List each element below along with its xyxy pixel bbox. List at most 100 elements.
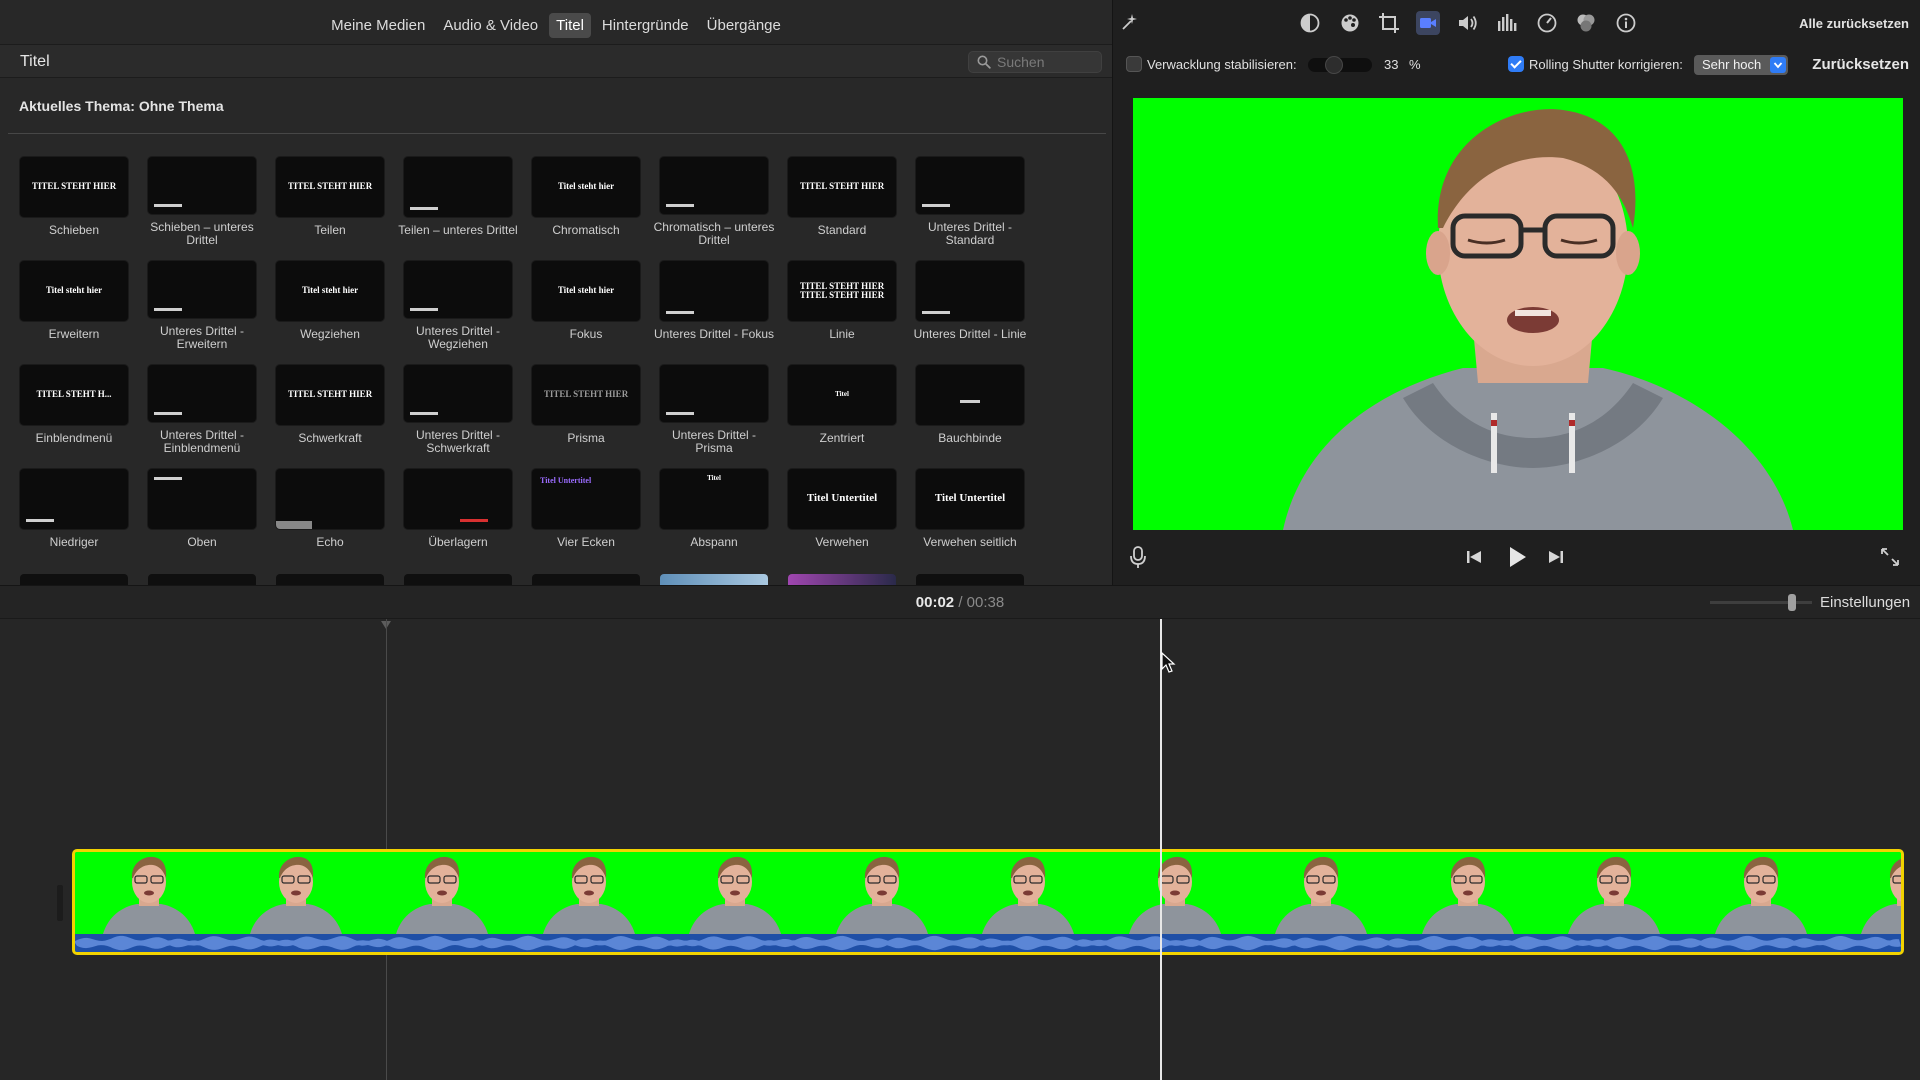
- title-tile[interactable]: Unteres Drittel - Standard: [916, 157, 1024, 247]
- tab-audio-video[interactable]: Audio & Video: [436, 13, 545, 38]
- title-tile[interactable]: Titel steht hier Wegziehen: [276, 261, 384, 351]
- video-clip[interactable]: [72, 849, 1904, 955]
- reset-button[interactable]: Zurücksetzen: [1812, 56, 1909, 73]
- stabilization-camera-icon[interactable]: [1416, 11, 1440, 35]
- reset-all-button[interactable]: Alle zurücksetzen: [1799, 16, 1909, 31]
- title-tile[interactable]: Titel Untertitel Verwehen seitlich: [916, 469, 1024, 559]
- title-tile-partial[interactable]: [148, 574, 256, 585]
- search-box[interactable]: [968, 51, 1102, 73]
- title-tile[interactable]: Unteres Drittel - Linie: [914, 261, 1026, 351]
- search-input[interactable]: [997, 53, 1097, 71]
- title-tile-partial[interactable]: [916, 574, 1024, 585]
- skip-forward-icon[interactable]: [1543, 544, 1569, 570]
- title-tile[interactable]: Überlagern: [404, 469, 512, 559]
- title-tile[interactable]: Titel Untertitel Verwehen: [788, 469, 896, 559]
- viewer-panel: Alle zurücksetzen Verwacklung stabilisie…: [1112, 0, 1920, 585]
- speed-icon[interactable]: [1535, 11, 1559, 35]
- title-tile[interactable]: Schieben – unteres Drittel: [148, 157, 256, 247]
- title-tile[interactable]: TITEL STEHT HIER Standard: [788, 157, 896, 247]
- settings-button[interactable]: Einstellungen: [1820, 594, 1910, 611]
- lower-third-placeholder: [922, 311, 950, 314]
- lower-third-placeholder: [410, 308, 438, 311]
- title-tile[interactable]: TITEL STEHT HIER Schwerkraft: [276, 365, 384, 455]
- volume-icon[interactable]: [1456, 11, 1480, 35]
- lower-third-placeholder: [410, 207, 438, 210]
- title-tile[interactable]: Bauchbinde: [916, 365, 1024, 455]
- title-tile[interactable]: Oben: [148, 469, 256, 559]
- title-tile[interactable]: Titel Untertitel Vier Ecken: [532, 469, 640, 559]
- title-tile[interactable]: Unteres Drittel - Fokus: [654, 261, 774, 351]
- magic-wand-icon[interactable]: [1117, 11, 1141, 35]
- title-tile[interactable]: Titel steht hier Chromatisch: [532, 157, 640, 247]
- title-tile-partial[interactable]: [20, 574, 128, 585]
- info-icon[interactable]: [1614, 11, 1638, 35]
- title-tile-label: Zentriert: [819, 431, 865, 445]
- thumbnail-text: TITEL STEHT HIER: [31, 181, 117, 192]
- title-grid: TITEL STEHT HIER Schieben Schieben – unter…: [20, 157, 1060, 559]
- title-tile[interactable]: TITEL STEHT H... Einblendmenü: [20, 365, 128, 455]
- lower-third-placeholder: [154, 477, 182, 480]
- rolling-shutter-checkbox[interactable]: [1508, 56, 1524, 72]
- playhead[interactable]: [1160, 619, 1162, 1080]
- title-grid-next-row: [20, 574, 1060, 585]
- microphone-icon[interactable]: [1125, 544, 1151, 570]
- tab-titel[interactable]: Titel: [549, 12, 591, 38]
- timeline-zoom-knob[interactable]: [1788, 594, 1796, 611]
- video-preview[interactable]: [1133, 98, 1903, 530]
- title-tile[interactable]: Unteres Drittel - Wegziehen: [404, 261, 512, 351]
- skip-back-icon[interactable]: [1461, 544, 1487, 570]
- lower-third-placeholder: [666, 311, 694, 314]
- title-tile[interactable]: Unteres Drittel - Einblendmenü: [148, 365, 256, 455]
- title-tile-partial[interactable]: [660, 574, 768, 585]
- timeline[interactable]: [0, 619, 1920, 1080]
- title-thumbnail: TITEL STEHT H...: [20, 365, 128, 425]
- tab-übergänge[interactable]: Übergänge: [700, 13, 788, 38]
- title-tile-partial[interactable]: [532, 574, 640, 585]
- title-tile-label: Schwerkraft: [298, 431, 362, 445]
- fullscreen-icon[interactable]: [1877, 544, 1903, 570]
- title-tile[interactable]: Titel steht hier Erweitern: [20, 261, 128, 351]
- color-balance-icon[interactable]: [1298, 11, 1322, 35]
- title-tile-partial[interactable]: [276, 574, 384, 585]
- clip-frame: [807, 852, 954, 934]
- color-palette-icon[interactable]: [1338, 11, 1362, 35]
- title-tile-label: Vier Ecken: [557, 535, 615, 549]
- clip-audio-waveform: [75, 934, 1901, 952]
- thumbnail-text: Titel steht hier: [557, 181, 615, 192]
- stabilize-checkbox[interactable]: [1126, 56, 1142, 72]
- title-tile[interactable]: Unteres Drittel - Schwerkraft: [404, 365, 512, 455]
- title-tile-partial[interactable]: [788, 574, 896, 585]
- title-thumbnail: [148, 261, 256, 318]
- title-tile-label: Linie: [829, 327, 855, 341]
- tab-hintergründe[interactable]: Hintergründe: [595, 13, 696, 38]
- title-tile-partial[interactable]: [404, 574, 512, 585]
- title-tile[interactable]: Unteres Drittel - Prisma: [660, 365, 768, 455]
- title-thumbnail: TITEL STEHT HIER: [20, 157, 128, 217]
- title-tile[interactable]: Echo: [276, 469, 384, 559]
- title-tile[interactable]: Titel Abspann: [660, 469, 768, 559]
- clip-drag-handle[interactable]: [57, 885, 63, 921]
- title-tile[interactable]: Teilen – unteres Drittel: [398, 157, 518, 247]
- title-tile[interactable]: Chromatisch – unteres Drittel: [654, 157, 774, 247]
- title-tile[interactable]: TITEL STEHT HIER Schieben: [20, 157, 128, 247]
- clip-frame: [954, 852, 1101, 934]
- equalizer-icon[interactable]: [1495, 11, 1519, 35]
- title-tile[interactable]: Niedriger: [20, 469, 128, 559]
- clip-filter-icon[interactable]: [1574, 11, 1598, 35]
- title-tile[interactable]: Unteres Drittel - Erweitern: [148, 261, 256, 351]
- media-browser: Meine Medien Audio & Video Titel Hintergrün…: [0, 0, 1112, 585]
- title-tile[interactable]: TITEL STEHT HIER Prisma: [532, 365, 640, 455]
- playback-controls: [1113, 540, 1920, 574]
- timeline-zoom-slider[interactable]: [1710, 601, 1812, 604]
- stabilize-slider-knob[interactable]: [1325, 56, 1343, 74]
- title-tile[interactable]: TITEL STEHT HIER TITEL STEHT HIER Linie: [788, 261, 896, 351]
- title-tile[interactable]: TITEL STEHT HIER Teilen: [276, 157, 384, 247]
- play-icon[interactable]: [1503, 544, 1529, 570]
- title-tile[interactable]: Titel Zentriert: [788, 365, 896, 455]
- title-tile-label: Teilen – unteres Drittel: [398, 223, 518, 237]
- thumbnail-text: Titel: [707, 474, 721, 482]
- crop-icon[interactable]: [1377, 11, 1401, 35]
- rolling-shutter-select[interactable]: Sehr hoch: [1694, 55, 1788, 75]
- title-tile[interactable]: Titel steht hier Fokus: [532, 261, 640, 351]
- tab-meine-medien[interactable]: Meine Medien: [324, 13, 432, 38]
